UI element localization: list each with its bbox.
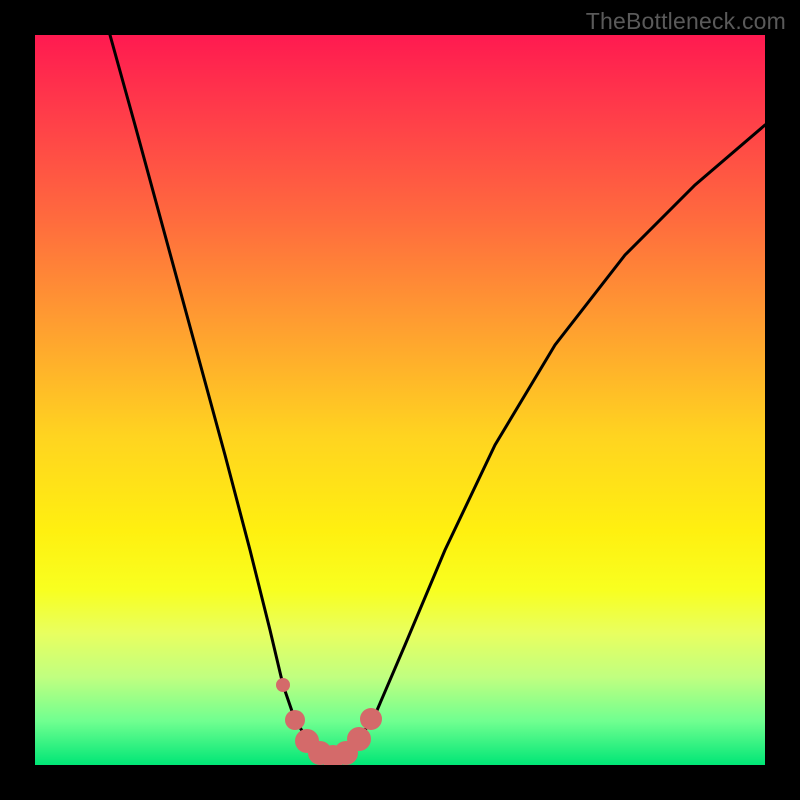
watermark-text: TheBottleneck.com: [586, 8, 786, 35]
floor-marker-dot: [360, 708, 382, 730]
curve-path: [110, 35, 765, 755]
floor-marker-dot: [276, 678, 290, 692]
bottleneck-curve: [110, 35, 765, 755]
floor-markers: [276, 678, 382, 765]
floor-marker-dot: [347, 727, 371, 751]
chart-frame: [35, 35, 765, 765]
chart-svg: [35, 35, 765, 765]
floor-marker-dot: [285, 710, 305, 730]
